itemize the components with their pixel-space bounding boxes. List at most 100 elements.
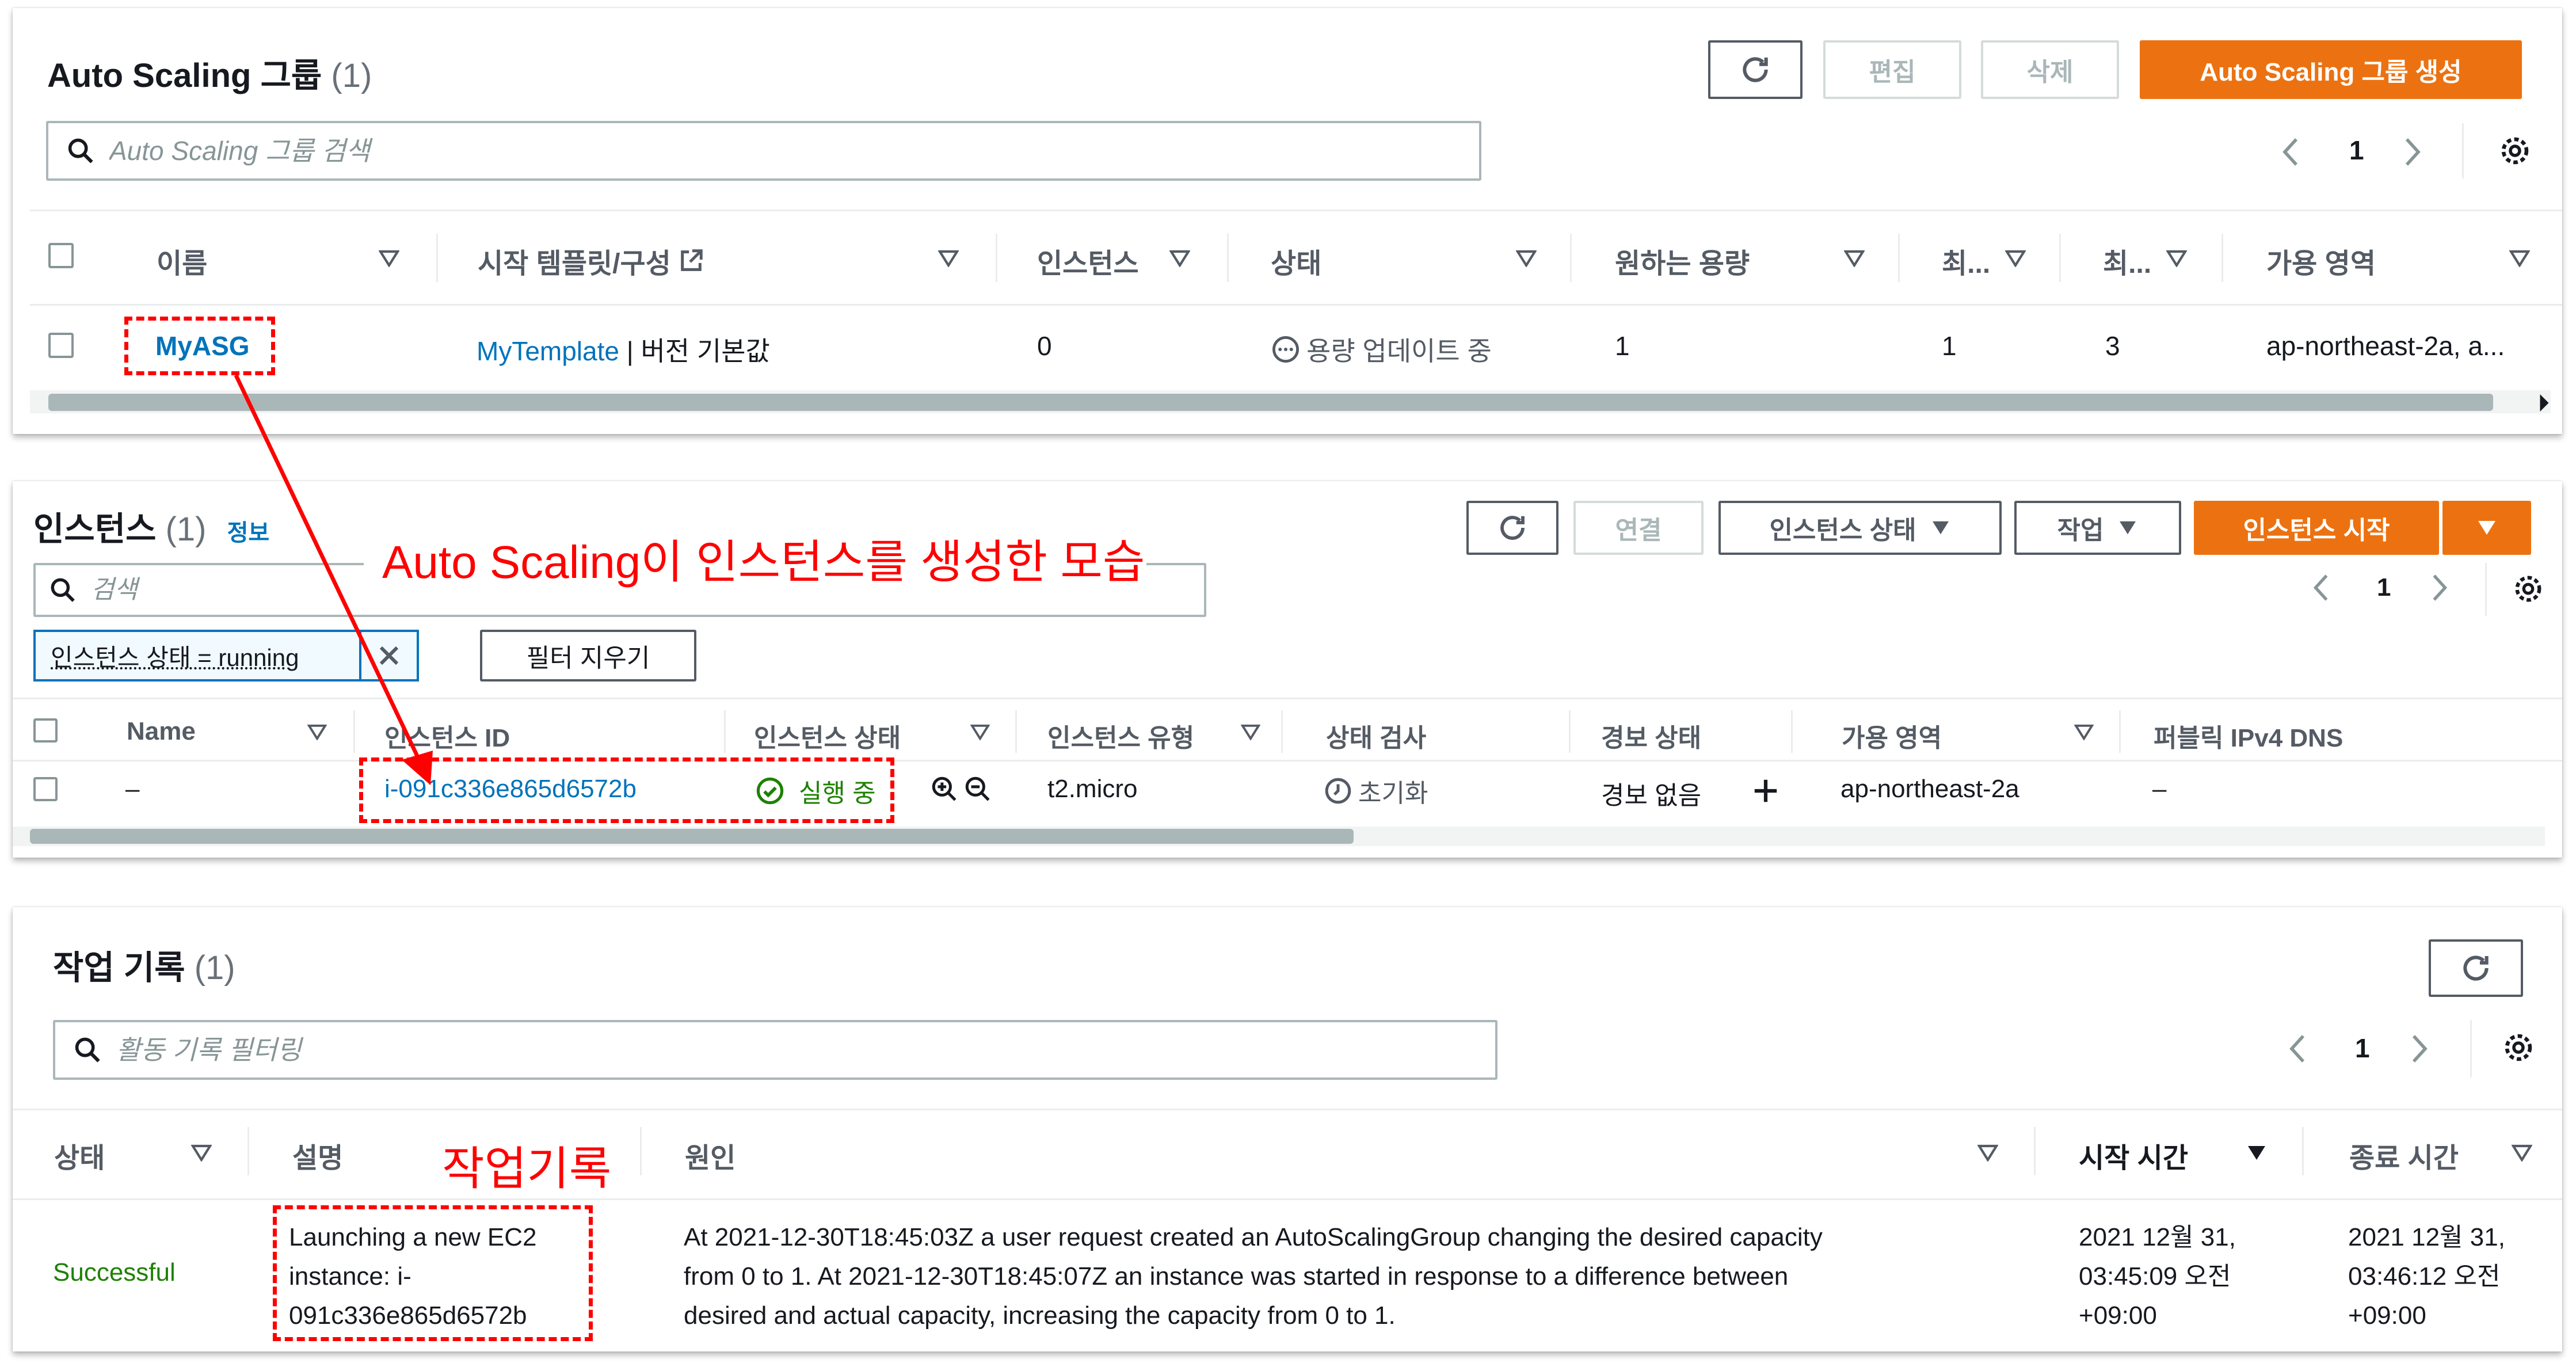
launch-template-cell: MyTemplate | 버전 기본값 bbox=[477, 336, 770, 366]
caret-down-icon[interactable] bbox=[2512, 1144, 2532, 1162]
delete-button[interactable]: 삭제 bbox=[1981, 40, 2119, 99]
column-header[interactable]: 가용 영역 bbox=[2266, 241, 2376, 281]
template-link[interactable]: MyTemplate bbox=[477, 336, 619, 366]
page-number[interactable]: 1 bbox=[2349, 135, 2364, 166]
column-header[interactable]: 퍼블릭 IPv4 DNS bbox=[2154, 717, 2343, 754]
column-header[interactable]: 종료 시간 bbox=[2349, 1135, 2459, 1175]
launch-dropdown-button[interactable] bbox=[2442, 501, 2531, 555]
divider bbox=[724, 710, 726, 753]
divider bbox=[247, 1127, 249, 1175]
caret-down-icon[interactable] bbox=[2074, 724, 2094, 740]
column-header[interactable]: 가용 영역 bbox=[1842, 717, 1942, 754]
divider bbox=[2059, 234, 2061, 282]
divider bbox=[2470, 1020, 2472, 1078]
caret-down-icon[interactable] bbox=[1977, 1144, 1998, 1162]
column-header[interactable]: 이름 bbox=[157, 241, 207, 281]
column-header[interactable]: 원인 bbox=[685, 1135, 736, 1175]
divider bbox=[1898, 234, 1900, 282]
max-capacity: 3 bbox=[2105, 331, 2120, 361]
asg-search[interactable] bbox=[46, 121, 1481, 181]
page-number[interactable]: 1 bbox=[2355, 1033, 2370, 1064]
activity-cause: At 2021-12-30T18:45:03Z a user request c… bbox=[684, 1223, 1823, 1330]
caret-down-icon[interactable] bbox=[938, 250, 959, 267]
column-header[interactable]: 시작 시간 bbox=[2079, 1135, 2188, 1175]
chevron-right-icon[interactable] bbox=[2401, 136, 2424, 168]
caret-down-icon[interactable] bbox=[379, 250, 399, 267]
info-link[interactable]: 정보 bbox=[227, 520, 270, 546]
column-header[interactable]: 인스턴스 유형 bbox=[1047, 717, 1194, 754]
caret-down-icon[interactable] bbox=[2166, 250, 2187, 267]
zoom-out-icon[interactable] bbox=[963, 775, 992, 804]
caret-down-icon[interactable] bbox=[970, 724, 990, 740]
column-header[interactable]: Name bbox=[127, 717, 196, 746]
select-all-checkbox[interactable] bbox=[33, 718, 58, 743]
external-link-icon bbox=[680, 249, 703, 271]
column-header[interactable]: 경보 상태 bbox=[1601, 717, 1701, 754]
filter-token[interactable]: 인스턴스 상태 = running bbox=[33, 630, 419, 682]
settings-icon[interactable] bbox=[2512, 572, 2545, 606]
select-all-checkbox[interactable] bbox=[48, 243, 74, 268]
column-header[interactable]: 시작 템플릿/구성 bbox=[478, 241, 704, 281]
scrollbar-thumb[interactable] bbox=[48, 394, 2493, 411]
caret-down-icon[interactable] bbox=[1516, 250, 1537, 267]
public-dns: – bbox=[2152, 775, 2167, 803]
chevron-left-icon[interactable] bbox=[2310, 572, 2332, 603]
activity-search[interactable] bbox=[53, 1020, 1497, 1080]
column-header[interactable]: 상태 검사 bbox=[1326, 717, 1426, 754]
refresh-icon bbox=[1743, 57, 1768, 82]
row-checkbox[interactable] bbox=[48, 333, 74, 358]
caret-down-icon[interactable] bbox=[2005, 250, 2026, 267]
refresh-button[interactable] bbox=[1708, 40, 1803, 99]
create-asg-button[interactable]: Auto Scaling 그룹 생성 bbox=[2140, 40, 2522, 99]
status-check: 초기화 bbox=[1324, 772, 1428, 809]
plus-icon[interactable] bbox=[1752, 777, 1779, 805]
column-header[interactable]: 최... bbox=[2103, 241, 2151, 281]
highlight-activity-description bbox=[273, 1205, 593, 1341]
caret-down-icon[interactable] bbox=[1169, 250, 1190, 267]
divider bbox=[1227, 234, 1229, 282]
refresh-button[interactable] bbox=[1466, 501, 1558, 555]
connect-button[interactable]: 연결 bbox=[1573, 501, 1704, 555]
column-header[interactable]: 인스턴스 상태 bbox=[754, 717, 901, 754]
activity-status: Successful bbox=[53, 1258, 176, 1286]
column-header[interactable]: 최... bbox=[1942, 241, 1990, 281]
activity-search-input[interactable] bbox=[115, 1034, 1495, 1066]
zoom-in-icon[interactable] bbox=[930, 775, 959, 804]
remove-filter-button[interactable] bbox=[359, 632, 417, 679]
chevron-right-icon[interactable] bbox=[2537, 391, 2552, 414]
row-checkbox[interactable] bbox=[33, 777, 58, 801]
scrollbar-thumb[interactable] bbox=[30, 829, 1354, 844]
divider bbox=[2302, 1127, 2304, 1175]
divider bbox=[1281, 710, 1283, 753]
caret-down-icon[interactable] bbox=[1844, 250, 1865, 267]
column-header[interactable]: 상태 bbox=[54, 1135, 105, 1175]
column-header[interactable]: 인스턴스 bbox=[1037, 241, 1139, 281]
actions-button[interactable]: 작업 bbox=[2014, 501, 2181, 555]
instances-count: 0 bbox=[1037, 331, 1052, 361]
column-header[interactable]: 인스턴스 ID bbox=[384, 717, 510, 754]
column-header[interactable]: 원하는 용량 bbox=[1615, 241, 1750, 281]
divider bbox=[2221, 234, 2223, 282]
chevron-left-icon[interactable] bbox=[2279, 136, 2302, 168]
caret-down-icon[interactable] bbox=[307, 724, 327, 740]
page-number[interactable]: 1 bbox=[2377, 573, 2391, 602]
asg-search-input[interactable] bbox=[108, 135, 1479, 167]
column-header[interactable]: 상태 bbox=[1271, 241, 1321, 281]
column-header[interactable]: 설명 bbox=[292, 1135, 343, 1175]
instance-state-button[interactable]: 인스턴스 상태 bbox=[1718, 501, 2002, 555]
launch-instances-button[interactable]: 인스턴스 시작 bbox=[2194, 501, 2439, 555]
chevron-right-icon[interactable] bbox=[2429, 572, 2451, 603]
clear-filters-button[interactable]: 필터 지우기 bbox=[480, 630, 696, 682]
settings-icon[interactable] bbox=[2501, 1030, 2536, 1065]
caret-down-icon[interactable] bbox=[1241, 724, 1260, 740]
caret-down-icon[interactable] bbox=[2246, 1144, 2268, 1162]
edit-button[interactable]: 편집 bbox=[1823, 40, 1961, 99]
settings-icon[interactable] bbox=[2498, 134, 2532, 168]
divider bbox=[30, 304, 2562, 306]
chevron-left-icon[interactable] bbox=[2286, 1033, 2309, 1065]
refresh-button[interactable] bbox=[2429, 939, 2523, 997]
chevron-right-icon[interactable] bbox=[2408, 1033, 2431, 1065]
search-icon bbox=[75, 1037, 100, 1063]
caret-down-icon[interactable] bbox=[2509, 250, 2530, 267]
caret-down-icon[interactable] bbox=[191, 1144, 212, 1162]
